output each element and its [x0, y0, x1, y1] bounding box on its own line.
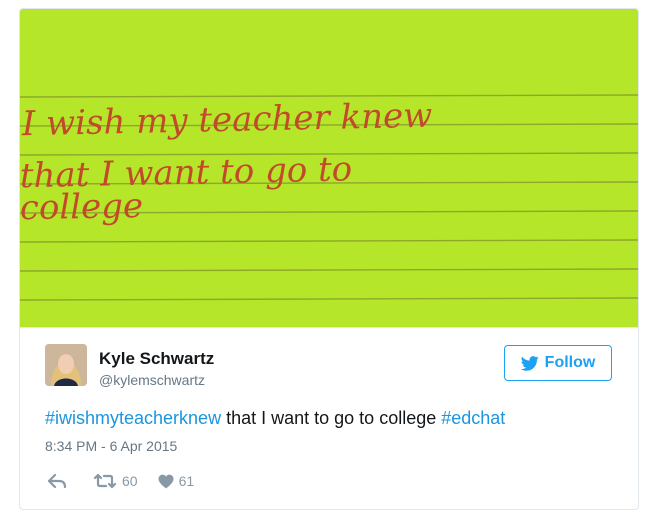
tweet-body: that I want to go to college	[226, 408, 437, 428]
reply-icon	[47, 473, 67, 489]
heart-icon	[158, 474, 174, 488]
user-name[interactable]: Kyle Schwartz	[99, 349, 214, 369]
reply-button[interactable]	[47, 473, 67, 489]
handwriting-line-3: college	[20, 186, 143, 228]
tweet-actions: 60 61	[45, 471, 194, 491]
tweet-card: I wish my teacher knew that I want to go…	[19, 8, 639, 510]
avatar[interactable]	[45, 344, 87, 386]
hashtag-edchat[interactable]: #edchat	[441, 408, 505, 428]
user-handle[interactable]: @kylemschwartz	[99, 372, 205, 388]
hashtag-iwishmyteacherknew[interactable]: #iwishmyteacherknew	[45, 408, 221, 428]
handwriting-line-1: I wish my teacher knew	[20, 96, 432, 145]
index-card-lines: I wish my teacher knew that I want to go…	[20, 94, 638, 301]
follow-label: Follow	[544, 354, 596, 371]
like-button[interactable]: 61	[158, 473, 195, 489]
bird-icon	[520, 355, 539, 371]
follow-button[interactable]: Follow	[504, 345, 612, 381]
like-count: 61	[178, 473, 195, 489]
retweet-icon	[93, 473, 117, 489]
tweet-timestamp[interactable]: 8:34 PM - 6 Apr 2015	[45, 438, 177, 454]
tweet-text: #iwishmyteacherknew that I want to go to…	[45, 408, 505, 429]
tweet-photo[interactable]: I wish my teacher knew that I want to go…	[20, 9, 638, 328]
retweet-count: 60	[122, 473, 138, 489]
retweet-button[interactable]: 60	[93, 473, 138, 489]
